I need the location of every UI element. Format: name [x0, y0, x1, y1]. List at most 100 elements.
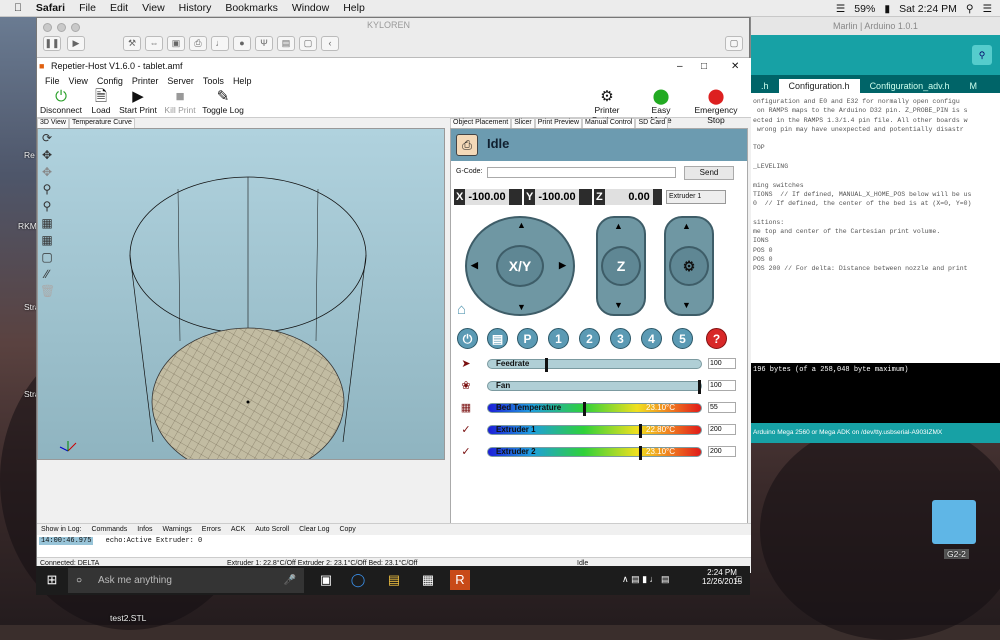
wifi-icon[interactable]: ☰: [836, 3, 845, 15]
notifications-icon[interactable]: □: [736, 574, 741, 584]
home-icon[interactable]: ⌂: [457, 301, 466, 318]
tab-3d-view[interactable]: 3D View: [37, 118, 69, 128]
desktop-file-label[interactable]: test2.STL: [110, 613, 146, 623]
bed-temp-slider[interactable]: Bed Temperature 23.10°C: [487, 402, 702, 416]
menu-view[interactable]: View: [69, 75, 88, 88]
tray-icons[interactable]: ∧ ▤ ▮ ♩ ▤: [622, 574, 670, 585]
file-explorer-icon[interactable]: ▤: [384, 570, 404, 590]
desktop-label[interactable]: Re: [24, 150, 35, 160]
menu-tools[interactable]: Tools: [203, 75, 224, 88]
xy-home-button[interactable]: X/Y: [496, 245, 544, 287]
log-autoscroll-toggle[interactable]: Auto Scroll: [255, 524, 289, 535]
y-minus-icon[interactable]: ▼: [517, 302, 526, 312]
back-icon[interactable]: ‹: [321, 36, 339, 51]
code-editor[interactable]: onfiguration and E0 and E32 for normally…: [751, 93, 1000, 353]
z-home-button[interactable]: Z: [601, 246, 641, 286]
log-infos-toggle[interactable]: Infos: [137, 524, 152, 535]
log-errors-toggle[interactable]: Errors: [202, 524, 221, 535]
extruder2-value[interactable]: [708, 446, 736, 457]
serial-monitor-icon[interactable]: ⚲: [972, 45, 992, 65]
bed-temp-knob[interactable]: [583, 402, 586, 416]
pause-icon[interactable]: ❚❚: [43, 36, 61, 51]
minimize-icon[interactable]: [57, 23, 66, 32]
bed-temp-value[interactable]: [708, 402, 736, 413]
help-button[interactable]: ?: [706, 328, 727, 349]
store-icon[interactable]: ▦: [418, 570, 438, 590]
camera-icon[interactable]: ●: [233, 36, 251, 51]
extruder1-knob[interactable]: [639, 424, 642, 438]
extruder-select[interactable]: Extruder 1: [666, 190, 726, 204]
x-minus-icon[interactable]: ◀: [471, 260, 478, 271]
start-print-button[interactable]: ▶ Start Print: [117, 88, 159, 115]
close-icon[interactable]: [43, 23, 52, 32]
battery-icon[interactable]: ▮: [884, 3, 890, 15]
fan-slider[interactable]: Fan: [487, 380, 702, 394]
windows-start-icon[interactable]: ⊞: [42, 570, 62, 590]
log-warnings-toggle[interactable]: Warnings: [162, 524, 191, 535]
sound-icon[interactable]: ♩: [211, 36, 229, 51]
close-icon[interactable]: ✕: [731, 58, 739, 75]
p-button[interactable]: P: [517, 328, 538, 349]
send-button[interactable]: Send: [684, 166, 734, 180]
tab-object-placement[interactable]: Object Placement: [450, 118, 512, 128]
feedrate-value[interactable]: [708, 358, 736, 369]
tab-print-preview[interactable]: Print Preview: [534, 118, 582, 128]
y-plus-icon[interactable]: ▲: [517, 220, 526, 230]
extrude-icon[interactable]: ▲: [682, 221, 691, 231]
menu-file[interactable]: File: [79, 2, 96, 14]
extruder-1-button[interactable]: 1: [548, 328, 569, 349]
fan-knob[interactable]: [698, 380, 701, 394]
feedrate-knob[interactable]: [545, 358, 548, 372]
copy-log-button[interactable]: Copy: [339, 524, 355, 535]
extruder-5-button[interactable]: 5: [672, 328, 693, 349]
printer-icon[interactable]: ⎙: [189, 36, 207, 51]
tab-manual-control[interactable]: Manual Control: [582, 118, 636, 128]
menu-edit[interactable]: Edit: [110, 2, 128, 14]
power-button[interactable]: ⏻: [457, 328, 478, 349]
maximize-icon[interactable]: □: [701, 58, 707, 75]
tab-configuration-adv[interactable]: Configuration_adv.h: [860, 79, 960, 93]
tab-temperature-curve[interactable]: Temperature Curve: [68, 118, 135, 128]
cortana-search-box[interactable]: ○ Ask me anything 🎤: [68, 568, 304, 593]
z-plus-icon[interactable]: ▲: [614, 221, 623, 231]
menu-history[interactable]: History: [179, 2, 212, 14]
clear-log-button[interactable]: Clear Log: [299, 524, 329, 535]
log-output[interactable]: 14:00:46.975 echo:Active Extruder: 0: [37, 535, 751, 557]
extruder-3-button[interactable]: 3: [610, 328, 631, 349]
search-icon[interactable]: ⚲: [966, 3, 974, 15]
z-minus-icon[interactable]: ▼: [614, 300, 623, 310]
menu-config[interactable]: Config: [97, 75, 123, 88]
usb-icon[interactable]: Ψ: [255, 36, 273, 51]
tab-slicer[interactable]: Slicer: [511, 118, 535, 128]
play-icon[interactable]: ▶: [67, 36, 85, 51]
extruder-jog-pad[interactable]: ▲ ▼ ⚙: [664, 216, 714, 316]
toggle-log-button[interactable]: ✎ Toggle Log: [201, 88, 245, 115]
network-icon[interactable]: ⇔: [145, 36, 163, 51]
repetier-taskbar-icon[interactable]: R: [450, 570, 470, 590]
extruder1-value[interactable]: [708, 424, 736, 435]
feedrate-slider[interactable]: Feedrate: [487, 358, 702, 372]
extruder-icon[interactable]: ⚙: [669, 246, 709, 286]
tab-configuration[interactable]: Configuration.h: [778, 79, 860, 93]
menu-safari[interactable]: Safari: [36, 2, 65, 14]
gcode-input[interactable]: [487, 167, 676, 178]
tab-prev[interactable]: .h: [751, 79, 779, 93]
load-button[interactable]: 🗎 Load: [89, 88, 113, 115]
retract-icon[interactable]: ▼: [682, 300, 691, 310]
menu-help[interactable]: Help: [233, 75, 252, 88]
menu-printer[interactable]: Printer: [132, 75, 159, 88]
extruder2-slider[interactable]: Extruder 2 23.10°C: [487, 446, 702, 460]
tab-sd-card[interactable]: SD Card: [635, 118, 669, 128]
list-icon[interactable]: ☰: [983, 3, 992, 15]
extruder1-slider[interactable]: Extruder 1 22.80°C: [487, 424, 702, 438]
battery-percent[interactable]: 59%: [854, 3, 875, 15]
3d-view[interactable]: ⟳ ✥ ✥ ⚲ ⚲ ▦ ▦ ▢ ∕∕ 🗑: [37, 128, 445, 460]
fan-value[interactable]: [708, 380, 736, 391]
microphone-icon[interactable]: 🎤: [284, 568, 296, 593]
log-ack-toggle[interactable]: ACK: [231, 524, 245, 535]
edge-icon[interactable]: ◯: [348, 570, 368, 590]
z-jog-pad[interactable]: ▲ ▼ Z: [596, 216, 646, 316]
disconnect-button[interactable]: ⏻ Disconnect: [39, 88, 83, 115]
folder-share-icon[interactable]: ▤: [277, 36, 295, 51]
menu-view[interactable]: View: [142, 2, 165, 14]
